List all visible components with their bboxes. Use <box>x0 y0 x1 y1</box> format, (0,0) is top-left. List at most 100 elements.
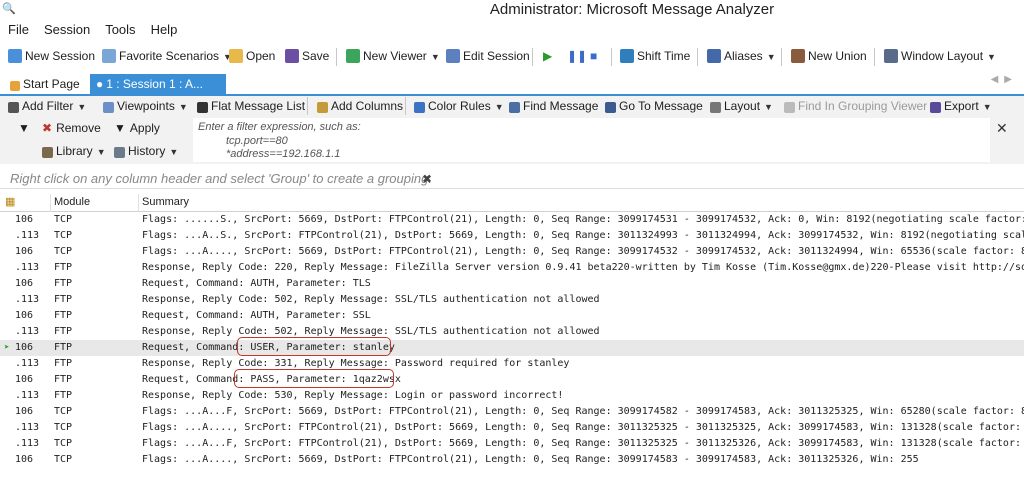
new-viewer-icon <box>346 49 360 63</box>
view-toolbar: Add Filter ▼ Viewpoints ▼ Flat Message Lis… <box>0 96 1024 116</box>
pin-icon: ● <box>96 77 104 91</box>
table-row[interactable]: 106 FTP Request, Command: PASS, Parameter:… <box>0 372 1024 388</box>
filter-hint-line: Enter a filter expression, such as: <box>198 121 361 133</box>
library-icon <box>42 147 53 158</box>
edit-session-button[interactable]: Edit Session <box>446 46 530 66</box>
close-hint-icon[interactable]: ✖ <box>422 172 432 186</box>
export-icon <box>930 102 941 113</box>
apply-filter-button[interactable]: ▼ Apply <box>114 118 160 138</box>
filter-expression-input[interactable]: Enter a filter expression, such as: tcp.… <box>193 118 990 162</box>
table-row[interactable]: .113 TCP Flags: ...A..S., SrcPort: FTPCont… <box>0 228 1024 244</box>
window-layout-button[interactable]: Window Layout ▼ <box>884 46 996 66</box>
filter-hint-example: tcp.port==80 <box>226 135 288 147</box>
layout-icon <box>710 102 721 113</box>
layout-button[interactable]: Layout ▼ <box>710 96 773 116</box>
table-row[interactable]: .113 FTP Response, Reply Code: 530, Reply … <box>0 388 1024 404</box>
flat-message-list-button[interactable]: Flat Message List <box>197 96 305 116</box>
table-row[interactable]: 106 TCP Flags: ...A...., SrcPort: 5669, Ds… <box>0 452 1024 468</box>
table-row[interactable]: .113 FTP Response, Reply Code: 502, Reply … <box>0 324 1024 340</box>
menu-session[interactable]: Session <box>36 20 97 39</box>
chevron-down-icon: ▼ <box>178 102 188 112</box>
menu-bar: File Session Tools Help <box>0 20 1024 40</box>
toolbar-divider <box>874 48 875 66</box>
table-row[interactable]: .113 FTP Response, Reply Code: 331, Reply … <box>0 356 1024 372</box>
column-header-summary[interactable]: Summary <box>142 196 189 208</box>
document-tabs: Start Page ● 1 : Session 1 : A... ◀▶ <box>0 74 1024 97</box>
column-header-module[interactable]: Module <box>54 196 90 208</box>
table-row[interactable]: 106 FTP Request, Command: AUTH, Parameter:… <box>0 276 1024 292</box>
open-button[interactable]: Open <box>229 46 275 66</box>
menu-tools[interactable]: Tools <box>97 20 142 39</box>
chevron-down-icon: ▼ <box>96 147 106 157</box>
chevron-down-icon: ▼ <box>169 147 179 157</box>
new-viewer-button[interactable]: New Viewer ▼ <box>346 46 440 66</box>
go-to-message-button[interactable]: Go To Message <box>605 96 703 116</box>
chevron-down-icon: ▼ <box>982 102 992 112</box>
column-divider[interactable] <box>138 194 139 212</box>
tab-session-1[interactable]: ● 1 : Session 1 : A... <box>90 74 226 94</box>
aliases-button[interactable]: Aliases ▼ <box>707 46 776 66</box>
color-rules-button[interactable]: Color Rules ▼ <box>414 96 504 116</box>
tab-start-page[interactable]: Start Page <box>4 74 86 94</box>
table-row[interactable]: .113 TCP Flags: ...A...F, SrcPort: FTPCont… <box>0 436 1024 452</box>
title-bar: 🔍 Administrator: Microsoft Message Analy… <box>0 0 1024 20</box>
favorite-scenarios-icon <box>102 49 116 63</box>
remove-filter-button[interactable]: ✖ Remove <box>42 118 101 138</box>
table-row[interactable]: 106 FTP Request, Command: AUTH, Parameter:… <box>0 308 1024 324</box>
password-highlight-box <box>234 369 394 388</box>
find-message-button[interactable]: Find Message <box>509 96 598 116</box>
shift-time-button[interactable]: Shift Time <box>620 46 690 66</box>
save-button[interactable]: Save <box>285 46 329 66</box>
grouping-hint-bar: Right click on any column header and sel… <box>0 168 1024 189</box>
column-divider[interactable] <box>50 194 51 212</box>
table-row[interactable]: .113 TCP Flags: ...A...., SrcPort: FTPCont… <box>0 420 1024 436</box>
filter-library-button[interactable]: Library ▼ <box>42 141 106 161</box>
save-icon <box>285 49 299 63</box>
start-button[interactable]: ▶ <box>543 46 552 66</box>
add-filter-button[interactable]: Add Filter ▼ <box>8 96 86 116</box>
pause-button[interactable]: ❚❚ <box>567 46 587 66</box>
filter-hint-example: *address==192.168.1.1 <box>226 148 341 160</box>
menu-help[interactable]: Help <box>143 20 185 39</box>
stop-button[interactable]: ■ <box>590 46 597 66</box>
stop-icon: ■ <box>590 49 598 63</box>
chevron-down-icon: ▼ <box>764 102 773 112</box>
grid-header: ▦ Module Summary <box>0 194 1024 212</box>
favorite-scenarios-button[interactable]: Favorite Scenarios ▼ <box>102 46 232 66</box>
chevron-down-icon: ▼ <box>494 102 504 112</box>
window-layout-icon <box>884 49 898 63</box>
funnel-icon: ▼ <box>114 121 126 135</box>
column-chooser-icon[interactable]: ▦ <box>5 195 15 208</box>
viewpoints-button[interactable]: Viewpoints ▼ <box>103 96 188 116</box>
menu-file[interactable]: File <box>0 20 36 39</box>
table-row[interactable]: .113 FTP Response, Reply Code: 502, Reply … <box>0 292 1024 308</box>
username-highlight-box <box>237 337 391 356</box>
message-grid: 106 TCP Flags: ......S., SrcPort: 5669, Ds… <box>0 212 1024 468</box>
chevron-down-icon: ▼ <box>987 52 996 62</box>
find-in-grouping-viewer-button[interactable]: Find In Grouping Viewer <box>784 96 927 116</box>
table-row[interactable]: 106 TCP Flags: ...A...F, SrcPort: 5669, Ds… <box>0 404 1024 420</box>
new-union-button[interactable]: New Union <box>791 46 867 66</box>
close-filter-icon[interactable]: ✕ <box>996 120 1008 137</box>
pause-icon: ❚❚ <box>567 49 588 63</box>
go-to-icon <box>605 102 616 113</box>
toolbar-divider <box>405 97 406 115</box>
table-row[interactable]: 106 TCP Flags: ......S., SrcPort: 5669, Ds… <box>0 212 1024 228</box>
table-row[interactable]: .113 FTP Response, Reply Code: 220, Reply … <box>0 260 1024 276</box>
add-columns-button[interactable]: Add Columns <box>317 96 403 116</box>
play-icon: ▶ <box>543 49 553 63</box>
new-session-button[interactable]: New Session <box>8 46 95 66</box>
new-session-icon <box>8 49 22 63</box>
toolbar-divider <box>336 48 337 66</box>
color-rules-icon <box>414 102 425 113</box>
filter-toggle-button[interactable]: ▼ <box>18 118 30 138</box>
table-row-selected[interactable]: ➤ 106 FTP Request, Command: USER, Parameter… <box>0 340 1024 356</box>
tab-scroll-arrows-icon[interactable]: ◀▶ <box>991 74 1018 85</box>
table-row[interactable]: 106 TCP Flags: ...A...., SrcPort: 5669, Ds… <box>0 244 1024 260</box>
grouping-find-icon <box>784 102 795 113</box>
export-button[interactable]: Export ▼ <box>930 96 992 116</box>
chevron-down-icon: ▼ <box>77 102 87 112</box>
columns-icon <box>317 102 328 113</box>
filter-history-button[interactable]: History ▼ <box>114 141 178 161</box>
chevron-down-icon: ▼ <box>430 52 440 62</box>
